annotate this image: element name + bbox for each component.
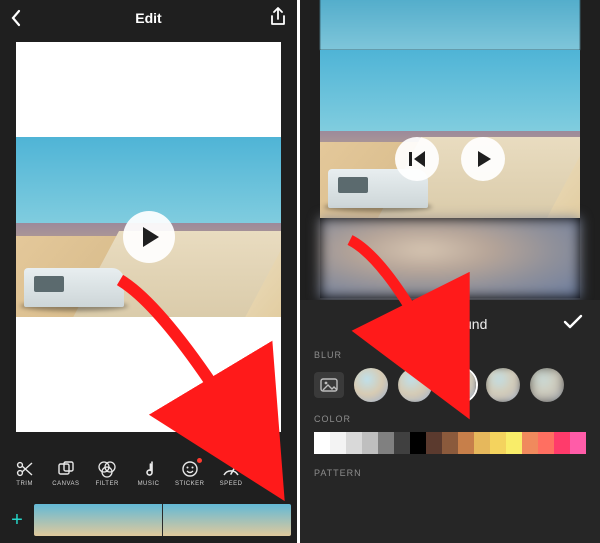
share-icon[interactable]: [269, 7, 287, 30]
play-button[interactable]: [123, 211, 175, 263]
color-swatch[interactable]: [314, 432, 330, 454]
color-swatch[interactable]: [506, 432, 522, 454]
blur-option-5[interactable]: [530, 368, 564, 402]
tool-music[interactable]: MUSIC: [130, 459, 166, 487]
back-icon[interactable]: [10, 9, 22, 30]
blur-option-3[interactable]: [442, 368, 476, 402]
color-swatch[interactable]: [426, 432, 442, 454]
color-swatches[interactable]: [314, 432, 586, 454]
scissors-icon: [16, 459, 34, 479]
tool-label: SPEED: [220, 481, 243, 487]
background-screen: Background BLUR COLOR PATTERN: [300, 0, 600, 543]
page-title: Edit: [135, 10, 161, 26]
tool-label: TRIM: [16, 481, 33, 487]
timeline[interactable]: 0:05.0 TOTAL 0:20.0: [34, 504, 291, 536]
section-blur-label: BLUR: [314, 350, 586, 360]
pick-image-button[interactable]: [314, 372, 344, 398]
bg-icon: [263, 459, 281, 479]
edit-toolbar: TRIM CANVAS FILTER MUSIC STICKER SPE: [0, 449, 297, 497]
color-swatch[interactable]: [538, 432, 554, 454]
sticker-icon: [181, 459, 199, 479]
color-swatch[interactable]: [378, 432, 394, 454]
video-canvas[interactable]: [320, 0, 580, 298]
tool-filter[interactable]: FILTER: [89, 459, 125, 487]
section-pattern-label: PATTERN: [314, 468, 586, 478]
blur-option-4[interactable]: [486, 368, 520, 402]
color-swatch[interactable]: [394, 432, 410, 454]
tool-speed[interactable]: SPEED: [213, 459, 249, 487]
blur-option-2[interactable]: [398, 368, 432, 402]
color-swatch[interactable]: [554, 432, 570, 454]
video-canvas[interactable]: [16, 42, 281, 432]
color-swatch[interactable]: [442, 432, 458, 454]
tool-label: MUSIC: [138, 481, 160, 487]
color-swatch[interactable]: [474, 432, 490, 454]
color-swatch[interactable]: [570, 432, 586, 454]
add-clip-button[interactable]: +: [0, 497, 34, 543]
background-panel: Background BLUR COLOR PATTERN: [300, 300, 600, 543]
tool-label: CANVAS: [52, 481, 79, 487]
color-swatch[interactable]: [522, 432, 538, 454]
canvas-icon: [57, 459, 75, 479]
tool-bg[interactable]: BG: [254, 459, 290, 487]
speed-icon: [221, 459, 241, 479]
edit-screen: Edit TRIM CANVAS FILTER: [0, 0, 300, 543]
tool-label: BG: [267, 481, 277, 487]
color-swatch[interactable]: [490, 432, 506, 454]
color-swatch[interactable]: [362, 432, 378, 454]
prev-button[interactable]: [395, 137, 439, 181]
tool-sticker[interactable]: STICKER: [172, 459, 208, 487]
panel-title: Background: [413, 316, 488, 332]
color-swatch[interactable]: [330, 432, 346, 454]
section-color-label: COLOR: [314, 414, 586, 424]
play-button[interactable]: [461, 137, 505, 181]
tool-trim[interactable]: TRIM: [7, 459, 43, 487]
tool-canvas[interactable]: CANVAS: [48, 459, 84, 487]
music-icon: [141, 459, 155, 479]
blur-options: [314, 368, 586, 402]
blur-option-1[interactable]: [354, 368, 388, 402]
color-swatch[interactable]: [458, 432, 474, 454]
notification-dot-icon: [197, 458, 202, 463]
filter-icon: [97, 459, 117, 479]
tool-label: FILTER: [96, 481, 119, 487]
tool-label: STICKER: [175, 481, 205, 487]
confirm-icon[interactable]: [562, 313, 584, 334]
timeline-row: + 0:05.0 TOTAL 0:20.0: [0, 497, 297, 543]
color-swatch[interactable]: [410, 432, 426, 454]
color-swatch[interactable]: [346, 432, 362, 454]
top-bar: Edit: [0, 0, 297, 36]
